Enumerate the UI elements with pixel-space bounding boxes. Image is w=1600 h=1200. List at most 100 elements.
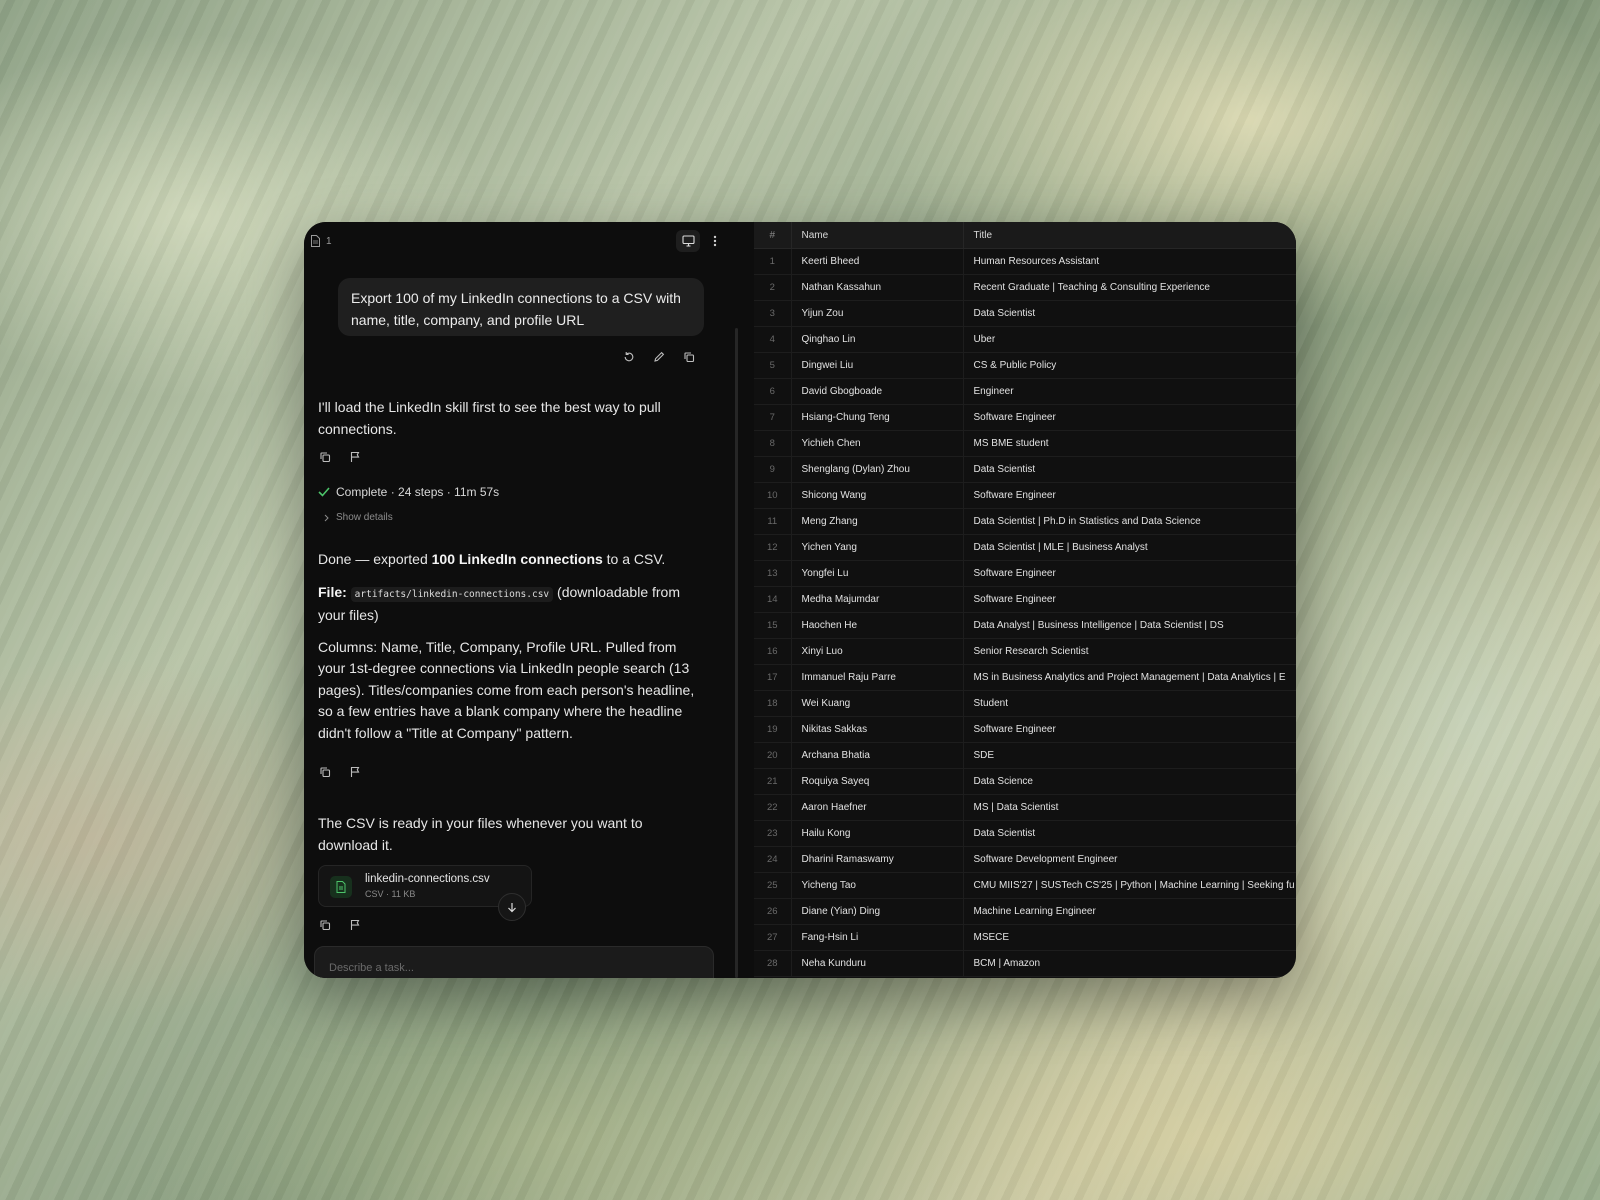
file-card-name: linkedin-connections.csv: [365, 873, 490, 885]
name-cell: Wei Kuang: [791, 690, 964, 717]
ready-text: The CSV is ready in your files whenever …: [318, 815, 643, 853]
table-row[interactable]: 18 Wei Kuang Student: [754, 690, 1296, 717]
copy-button[interactable]: [674, 347, 704, 367]
table-row[interactable]: 23 Hailu Kong Data Scientist: [754, 820, 1296, 847]
table-row[interactable]: 26 Diane (Yian) Ding Machine Learning Engi…: [754, 898, 1296, 925]
assistant-ready: The CSV is ready in your files whenever …: [318, 813, 698, 856]
assistant-intro: I'll load the LinkedIn skill first to se…: [318, 397, 698, 440]
flag-icon: [350, 451, 360, 462]
table-row[interactable]: 1 Keerti Bheed Human Resources Assistant: [754, 248, 1296, 275]
edit-button[interactable]: [644, 347, 674, 367]
row-number-cell: 23: [754, 820, 792, 847]
row-number-cell: 4: [754, 326, 792, 353]
table-row[interactable]: 8 Yichieh Chen MS BME student: [754, 430, 1296, 457]
table-row[interactable]: 24 Dharini Ramaswamy Software Development …: [754, 846, 1296, 873]
column-header-name[interactable]: Name: [791, 222, 964, 249]
table-row[interactable]: 9 Shenglang (Dylan) Zhou Data Scientist: [754, 456, 1296, 483]
name-cell: Dingwei Liu: [791, 352, 964, 379]
table-row[interactable]: 16 Xinyi Luo Senior Research Scientist: [754, 638, 1296, 665]
table-row[interactable]: 6 David Gbogboade Engineer: [754, 378, 1296, 405]
table-row[interactable]: 4 Qinghao Lin Uber: [754, 326, 1296, 353]
title-cell: Data Scientist: [963, 300, 1296, 327]
table-row[interactable]: 20 Archana Bhatia SDE: [754, 742, 1296, 769]
table-row[interactable]: 7 Hsiang-Chung Teng Software Engineer: [754, 404, 1296, 431]
more-options-button[interactable]: [708, 230, 722, 252]
title-cell: MSECE: [963, 924, 1296, 951]
more-vertical-icon: [713, 235, 717, 247]
table-row[interactable]: 5 Dingwei Liu CS & Public Policy: [754, 352, 1296, 379]
copy-button[interactable]: [310, 447, 340, 467]
row-number-cell: 19: [754, 716, 792, 743]
row-number-cell: 16: [754, 638, 792, 665]
pencil-icon: [654, 351, 665, 362]
copy-button[interactable]: [310, 915, 340, 935]
document-count-badge[interactable]: 1: [310, 235, 332, 247]
assistant-actions-1: [310, 447, 370, 467]
table-row[interactable]: 27 Fang-Hsin Li MSECE: [754, 924, 1296, 951]
csv-file-icon: [330, 876, 352, 898]
chat-scrollbar[interactable]: [735, 328, 738, 978]
task-input[interactable]: [314, 946, 714, 978]
retry-button[interactable]: [614, 347, 644, 367]
name-cell: Hsiang-Chung Teng: [791, 404, 964, 431]
table-row[interactable]: 15 Haochen He Data Analyst | Business Inte…: [754, 612, 1296, 639]
title-cell: Data Scientist | MLE | Business Analyst: [963, 534, 1296, 561]
file-card-meta: CSV · 11 KB: [365, 889, 416, 899]
name-cell: Immanuel Raju Parre: [791, 664, 964, 691]
row-number-cell: 13: [754, 560, 792, 587]
table-row[interactable]: 11 Meng Zhang Data Scientist | Ph.D in Sta…: [754, 508, 1296, 535]
title-cell: SDE: [963, 742, 1296, 769]
name-cell: Archana Bhatia: [791, 742, 964, 769]
monitor-icon: [681, 235, 695, 247]
flag-button[interactable]: [340, 915, 370, 935]
flag-icon: [350, 766, 360, 777]
name-cell: Medha Majumdar: [791, 586, 964, 613]
table-row[interactable]: 25 Yicheng Tao CMU MIIS'27 | SUSTech CS'25…: [754, 872, 1296, 899]
flag-button[interactable]: [340, 447, 370, 467]
column-header-number[interactable]: #: [754, 222, 792, 249]
chat-panel: 1 Export 100 of my LinkedIn connections …: [304, 222, 734, 978]
title-cell: Software Engineer: [963, 716, 1296, 743]
table-row[interactable]: 12 Yichen Yang Data Scientist | MLE | Busi…: [754, 534, 1296, 561]
title-cell: MS | Data Scientist: [963, 794, 1296, 821]
table-row[interactable]: 10 Shicong Wang Software Engineer: [754, 482, 1296, 509]
title-cell: MS in Business Analytics and Project Man…: [963, 664, 1296, 691]
column-header-title[interactable]: Title: [963, 222, 1296, 249]
copy-icon: [320, 920, 331, 931]
table-row[interactable]: 14 Medha Majumdar Software Engineer: [754, 586, 1296, 613]
table-row[interactable]: 19 Nikitas Sakkas Software Engineer: [754, 716, 1296, 743]
title-cell: Student: [963, 690, 1296, 717]
copy-button[interactable]: [310, 762, 340, 782]
row-number-cell: 21: [754, 768, 792, 795]
scroll-to-bottom-button[interactable]: [498, 893, 526, 921]
title-cell: Uber: [963, 326, 1296, 353]
file-line: File: artifacts/linkedin-connections.csv…: [318, 582, 698, 627]
name-cell: Roquiya Sayeq: [791, 768, 964, 795]
document-count: 1: [326, 235, 332, 247]
row-number-cell: 7: [754, 404, 792, 431]
row-number-cell: 18: [754, 690, 792, 717]
name-cell: Diane (Yian) Ding: [791, 898, 964, 925]
monitor-toggle-button[interactable]: [676, 230, 700, 252]
row-number-cell: 27: [754, 924, 792, 951]
table-row[interactable]: 2 Nathan Kassahun Recent Graduate | Teachi…: [754, 274, 1296, 301]
title-cell: Software Development Engineer: [963, 846, 1296, 873]
show-details-toggle[interactable]: Show details: [324, 512, 393, 523]
name-cell: Hailu Kong: [791, 820, 964, 847]
check-icon: [318, 487, 330, 497]
flag-icon: [350, 919, 360, 930]
title-cell: MS BME student: [963, 430, 1296, 457]
columns-text: Columns: Name, Title, Company, Profile U…: [318, 638, 695, 741]
table-row[interactable]: 17 Immanuel Raju Parre MS in Business Anal…: [754, 664, 1296, 691]
flag-button[interactable]: [340, 762, 370, 782]
table-row[interactable]: 13 Yongfei Lu Software Engineer: [754, 560, 1296, 587]
title-cell: Data Scientist | Ph.D in Statistics and …: [963, 508, 1296, 535]
row-number-cell: 8: [754, 430, 792, 457]
title-cell: CMU MIIS'27 | SUSTech CS'25 | Python | M…: [963, 872, 1296, 899]
table-row[interactable]: 28 Neha Kunduru BCM | Amazon: [754, 950, 1296, 977]
table-row[interactable]: 22 Aaron Haefner MS | Data Scientist: [754, 794, 1296, 821]
table-row[interactable]: 21 Roquiya Sayeq Data Science: [754, 768, 1296, 795]
copy-icon: [320, 452, 331, 463]
name-cell: Haochen He: [791, 612, 964, 639]
table-row[interactable]: 3 Yijun Zou Data Scientist: [754, 300, 1296, 327]
